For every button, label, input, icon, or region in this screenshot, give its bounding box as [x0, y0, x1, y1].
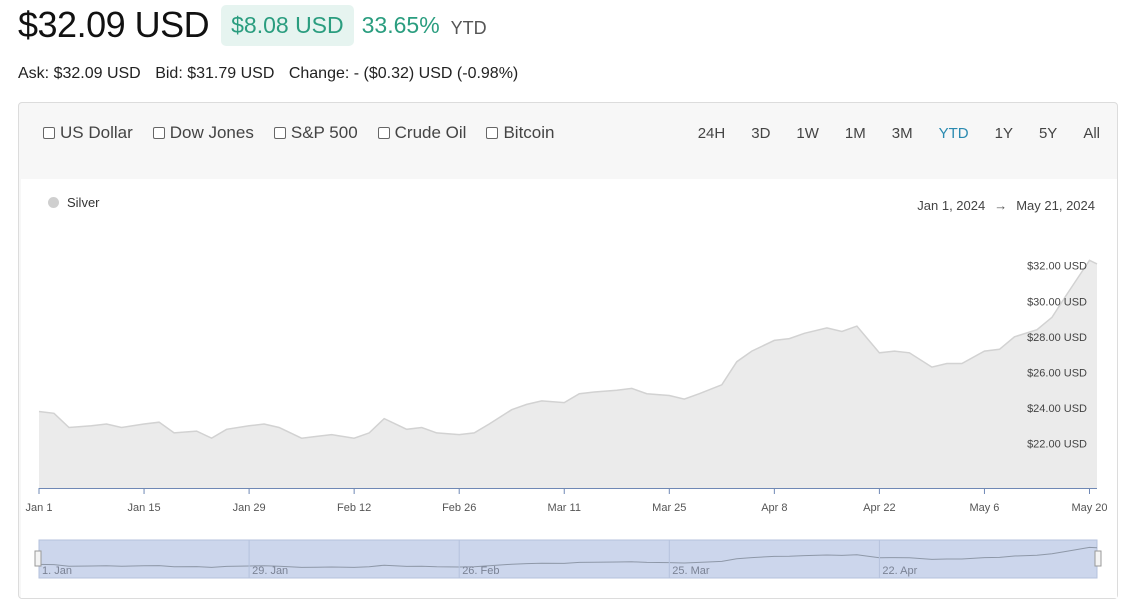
x-tick-label: Mar 25 — [652, 502, 686, 514]
date-from[interactable]: Jan 1, 2024 — [917, 198, 985, 213]
y-tick-label: $24.00 USD — [1027, 403, 1087, 415]
compare-sp500[interactable]: S&P 500 — [273, 123, 358, 143]
compare-us-dollar[interactable]: US Dollar — [43, 123, 133, 143]
checkbox-icon[interactable] — [377, 127, 390, 139]
range-24h[interactable]: 24H — [698, 125, 726, 142]
navigator-handle-right[interactable] — [1094, 550, 1102, 567]
quote-details: Ask: $32.09 USD Bid: $31.79 USD Change: … — [18, 65, 528, 83]
day-change: Change: - ($0.32) USD (-0.98%) — [288, 65, 519, 82]
range-selector: 24H 3D 1W 1M 3M YTD 1Y 5Y All — [672, 125, 1100, 142]
date-to[interactable]: May 21, 2024 — [1016, 198, 1095, 213]
legend[interactable]: Silver — [48, 195, 100, 210]
period-label: YTD — [450, 17, 487, 38]
compare-crude-oil[interactable]: Crude Oil — [377, 123, 466, 143]
x-tick-label: May 20 — [1071, 502, 1107, 514]
x-tick-label: Apr 8 — [761, 502, 787, 514]
navigator-label: 25. Mar — [672, 565, 710, 577]
chart-area: Jan 1 Jan 15 Jan 29 Feb 12 Feb 26 Mar 11 Mar 2… — [21, 179, 1117, 598]
x-tick-label: Feb 12 — [337, 502, 371, 514]
change-percent: 33.65% — [361, 11, 440, 38]
y-tick-label: $28.00 USD — [1027, 332, 1087, 344]
range-3m[interactable]: 3M — [892, 125, 913, 142]
date-range: Jan 1, 2024 → May 21, 2024 — [917, 198, 1095, 213]
x-tick-label: Jan 29 — [233, 502, 266, 514]
range-1w[interactable]: 1W — [796, 125, 819, 142]
bid-price: Bid: $31.79 USD — [155, 65, 275, 82]
y-tick-label: $32.00 USD — [1027, 261, 1087, 273]
y-tick-label: $22.00 USD — [1027, 439, 1087, 451]
range-5y[interactable]: 5Y — [1039, 125, 1057, 142]
arrow-right-icon: → — [994, 198, 1008, 213]
range-all[interactable]: All — [1083, 125, 1100, 142]
checkbox-icon[interactable] — [43, 127, 55, 139]
navigator-handle-left[interactable] — [34, 550, 42, 567]
x-tick-label: Feb 26 — [442, 502, 476, 514]
compare-options: US Dollar Dow Jones S&P 500 Crude Oil Bi… — [43, 123, 575, 143]
legend-label: Silver — [67, 195, 100, 210]
y-tick-label: $26.00 USD — [1027, 367, 1087, 379]
compare-dow-jones[interactable]: Dow Jones — [152, 123, 254, 143]
change-absolute-badge: $8.08 USD — [221, 4, 354, 46]
price-header: $32.09 USD $8.08 USD 33.65% YTD — [18, 3, 487, 47]
ask-price: Ask: $32.09 USD — [18, 65, 141, 82]
navigator-label: 1. Jan — [42, 565, 72, 577]
y-tick-label: $30.00 USD — [1027, 296, 1087, 308]
range-3d[interactable]: 3D — [751, 125, 770, 142]
checkbox-icon[interactable] — [273, 127, 286, 139]
series-area — [39, 260, 1097, 488]
x-tick-label: Mar 11 — [548, 502, 581, 514]
compare-bitcoin[interactable]: Bitcoin — [486, 123, 555, 143]
checkbox-icon[interactable] — [486, 127, 499, 139]
price-chart: Jan 1 Jan 15 Jan 29 Feb 12 Feb 26 Mar 11 Mar 2… — [26, 259, 1108, 579]
chart-panel: US Dollar Dow Jones S&P 500 Crude Oil Bi… — [18, 102, 1118, 599]
navigator-label: 22. Apr — [882, 565, 917, 577]
legend-marker — [48, 197, 59, 208]
x-tick-label: Jan 15 — [128, 502, 161, 514]
x-tick-label: Apr 22 — [863, 502, 895, 514]
navigator-label: 26. Feb — [462, 565, 499, 577]
checkbox-icon[interactable] — [152, 127, 165, 139]
range-1m[interactable]: 1M — [845, 125, 866, 142]
x-tick-label: May 6 — [969, 502, 999, 514]
chart-toolbar: US Dollar Dow Jones S&P 500 Crude Oil Bi… — [19, 103, 1117, 179]
range-ytd[interactable]: YTD — [939, 125, 969, 142]
current-price: $32.09 USD — [18, 4, 210, 45]
range-1y[interactable]: 1Y — [995, 125, 1013, 142]
navigator-label: 29. Jan — [252, 565, 288, 577]
x-tick-label: Jan 1 — [26, 502, 53, 514]
